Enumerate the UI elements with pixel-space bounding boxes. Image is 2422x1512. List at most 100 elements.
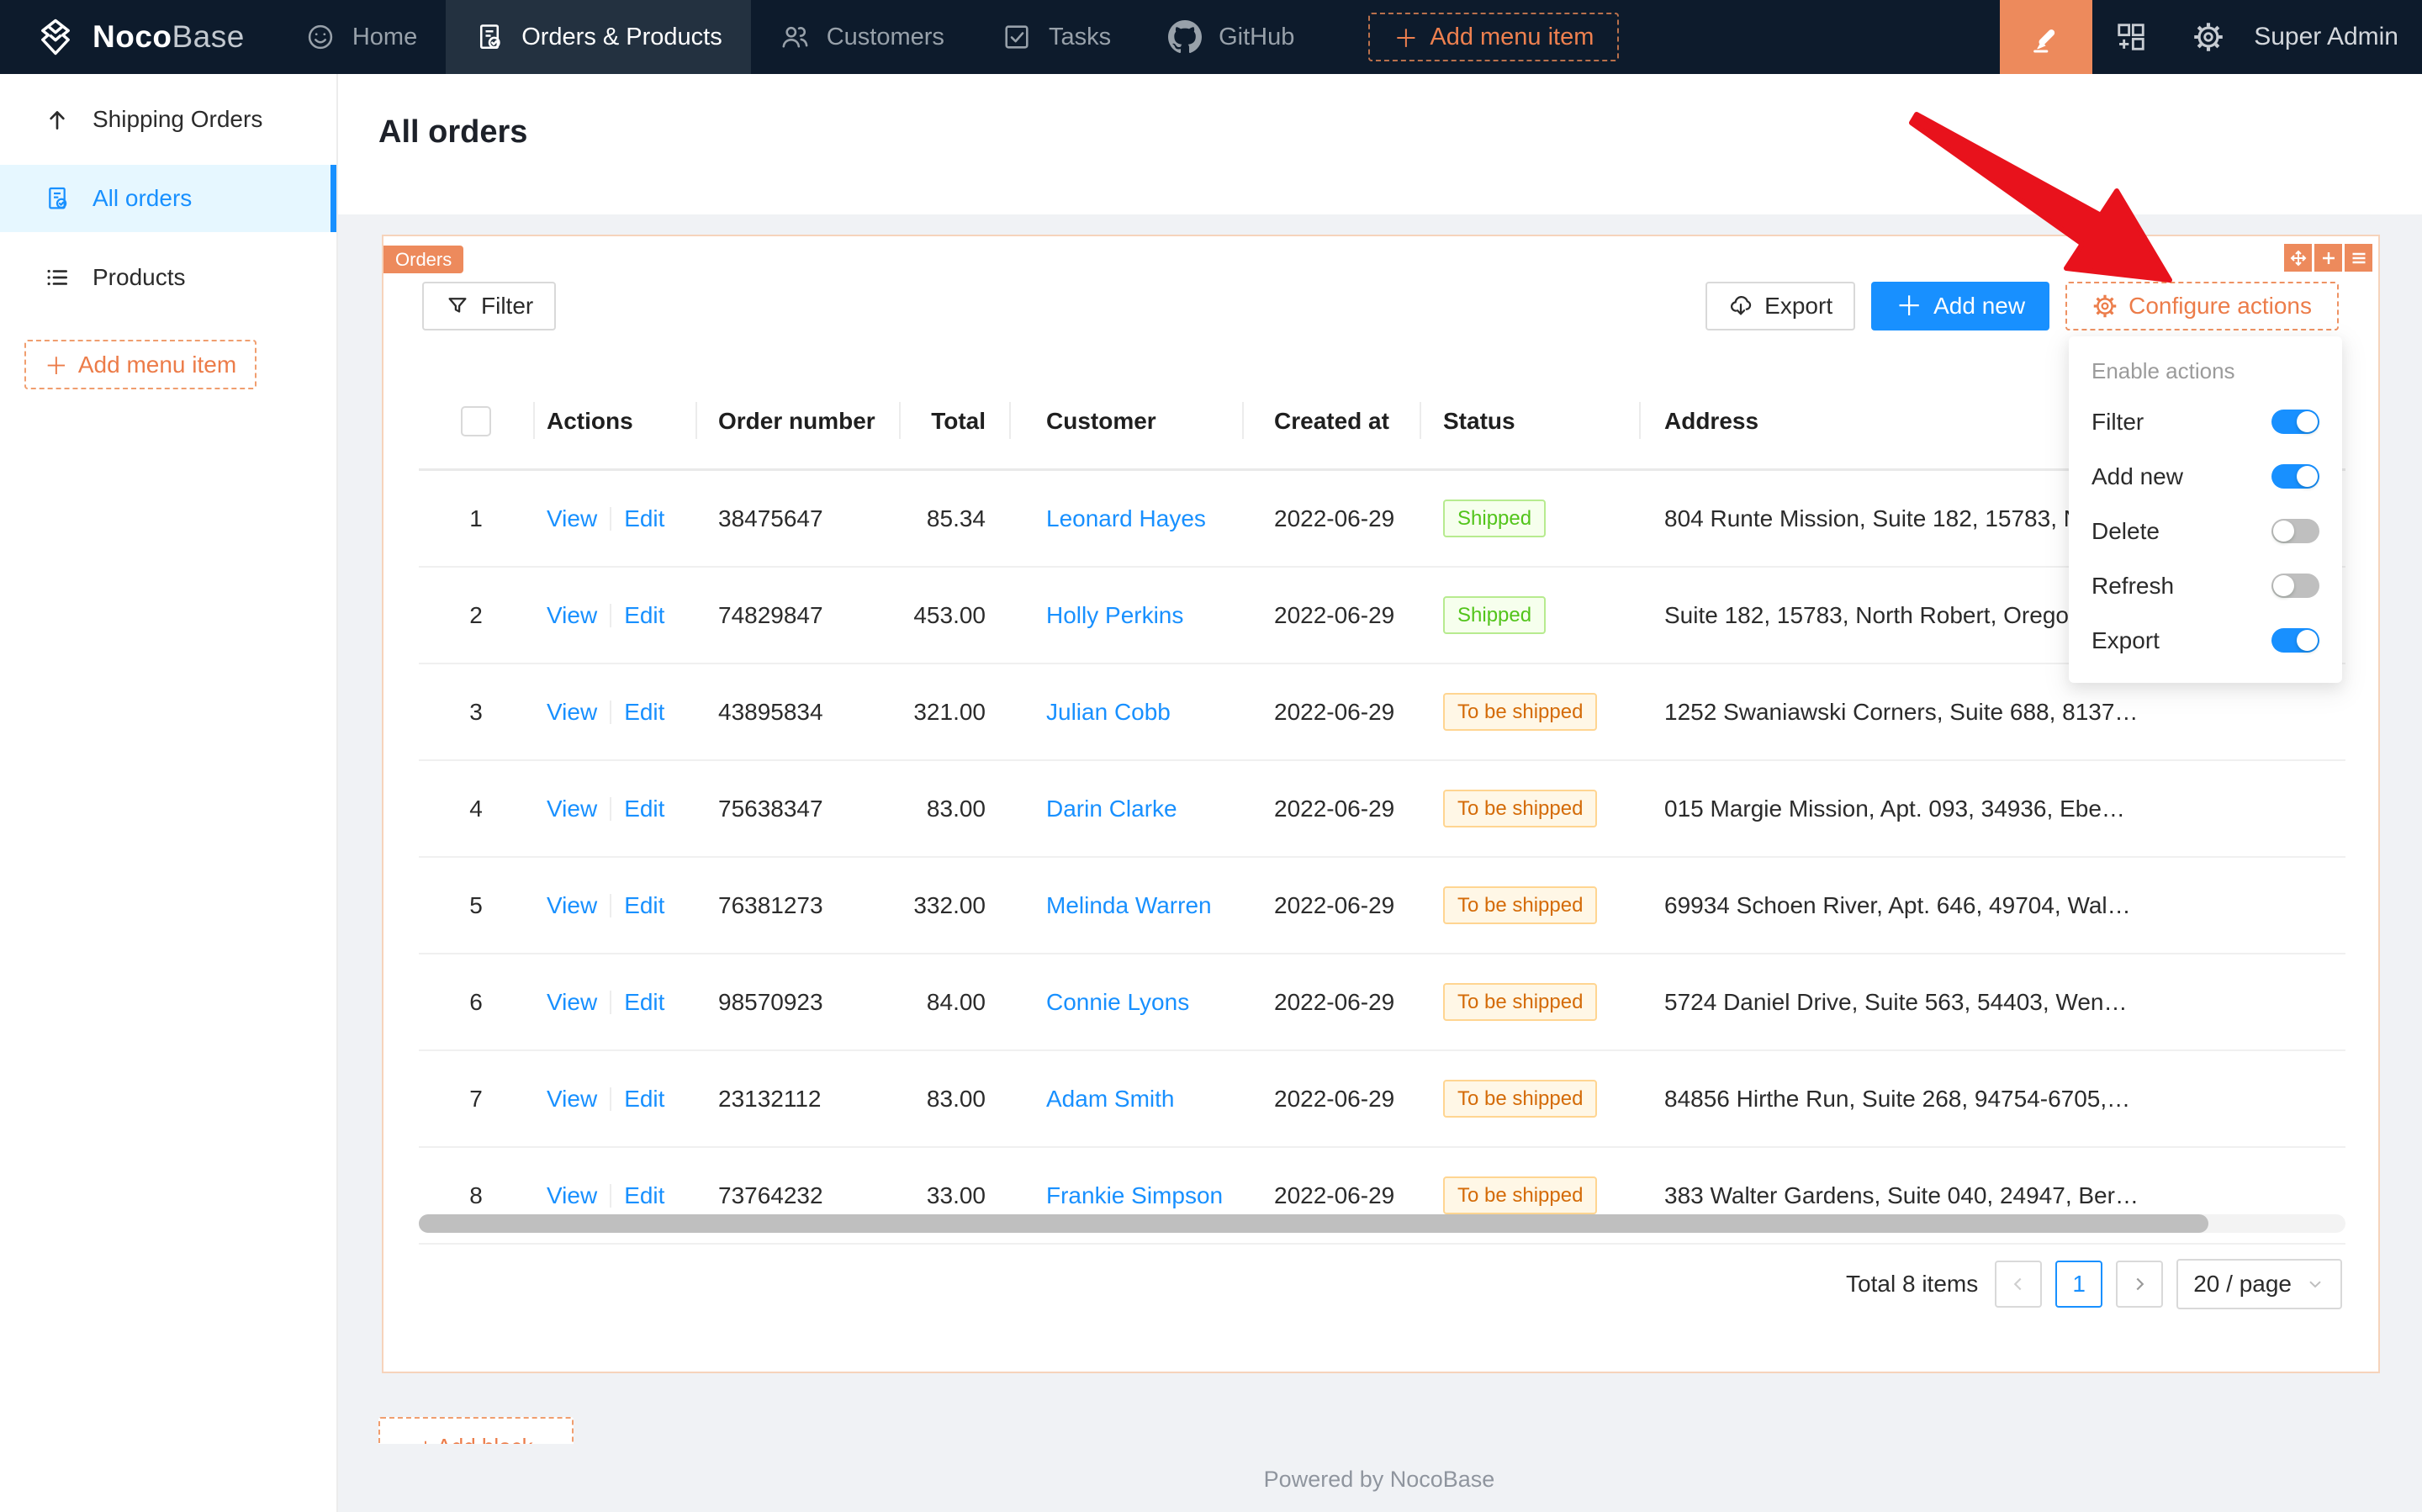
nav-item-home[interactable]: Home: [277, 0, 446, 74]
view-link[interactable]: View: [547, 1086, 597, 1112]
table-row: 6ViewEdit9857092384.00Connie Lyons2022-0…: [419, 954, 2345, 1050]
add-block-button[interactable]: + Add block: [378, 1417, 574, 1444]
link-divider: [610, 894, 611, 917]
cloud-download-icon: [1728, 293, 1753, 319]
address-cell: 84856 Hirthe Run, Suite 268, 94754-6705,…: [1639, 1050, 2345, 1147]
link-divider: [610, 991, 611, 1014]
customer-link[interactable]: Julian Cobb: [1046, 699, 1171, 725]
created-at-cell: 2022-06-29: [1242, 663, 1420, 760]
block-tag: Orders: [383, 246, 463, 273]
edit-link[interactable]: Edit: [624, 892, 664, 918]
status-badge: To be shipped: [1443, 886, 1597, 924]
add-new-button[interactable]: ＋ Add new: [1871, 282, 2049, 330]
previous-page-button[interactable]: [1995, 1261, 2042, 1308]
configure-actions-button[interactable]: Configure actions: [2065, 282, 2339, 330]
edit-link[interactable]: Edit: [624, 505, 664, 531]
status-badge: To be shipped: [1443, 790, 1597, 827]
export-button[interactable]: Export: [1705, 282, 1855, 330]
toggle-export[interactable]: [2271, 628, 2319, 653]
app-window: NocoBase HomeOrders & ProductsCustomersT…: [0, 0, 2422, 1512]
total-cell: 332.00: [899, 857, 1009, 954]
view-link[interactable]: View: [547, 989, 597, 1015]
row-index: 6: [419, 954, 533, 1050]
view-link[interactable]: View: [547, 505, 597, 531]
list-icon: [44, 264, 71, 291]
order-number-cell: 75638347: [695, 760, 899, 857]
link-divider: [610, 604, 611, 627]
status-badge: To be shipped: [1443, 1080, 1597, 1118]
row-index: 3: [419, 663, 533, 760]
view-link[interactable]: View: [547, 892, 597, 918]
orders-products-icon: [474, 22, 505, 52]
row-index: 1: [419, 470, 533, 568]
enable-actions-dropdown: Enable actions FilterAdd newDeleteRefres…: [2069, 336, 2342, 683]
address-cell: 5724 Daniel Drive, Suite 563, 54403, Wen…: [1639, 954, 2345, 1050]
github-icon: [1168, 20, 1202, 54]
link-divider: [610, 797, 611, 821]
pagination: Total 8 items 1 20 / page: [1846, 1261, 2342, 1308]
plugins-icon-button[interactable]: [2092, 0, 2170, 74]
enable-action-row-filter: Filter: [2069, 394, 2342, 449]
block-menu-icon[interactable]: [2345, 244, 2372, 272]
toggle-filter[interactable]: [2271, 410, 2319, 434]
sidebar-item-products[interactable]: Products: [0, 244, 336, 311]
sidebar-add-menu-item-button[interactable]: ＋ Add menu item: [24, 340, 256, 389]
nav-item-tasks[interactable]: Tasks: [973, 0, 1140, 74]
edit-link[interactable]: Edit: [624, 1086, 664, 1112]
select-all-checkbox[interactable]: [461, 406, 491, 436]
nocobase-logo[interactable]: NocoBase: [0, 15, 277, 59]
view-link[interactable]: View: [547, 602, 597, 628]
view-link[interactable]: View: [547, 699, 597, 725]
edit-link[interactable]: Edit: [624, 1182, 664, 1208]
customer-link[interactable]: Holly Perkins: [1046, 602, 1183, 628]
total-cell: 84.00: [899, 954, 1009, 1050]
customer-link[interactable]: Adam Smith: [1046, 1086, 1175, 1112]
sidebar-item-shipping-orders[interactable]: Shipping Orders: [0, 86, 336, 153]
column-header-total: Total: [899, 374, 1009, 470]
plus-icon: ＋: [1896, 293, 1922, 320]
settings-icon-button[interactable]: [2170, 0, 2247, 74]
toggle-refresh[interactable]: [2271, 574, 2319, 598]
highlighter-icon: [2029, 20, 2063, 54]
page-number-button[interactable]: 1: [2055, 1261, 2102, 1308]
total-cell: 453.00: [899, 567, 1009, 663]
edit-link[interactable]: Edit: [624, 796, 664, 822]
order-number-cell: 23132112: [695, 1050, 899, 1147]
edit-link[interactable]: Edit: [624, 699, 664, 725]
table-row: 1ViewEdit3847564785.34Leonard Hayes2022-…: [419, 470, 2345, 568]
toggle-delete[interactable]: [2271, 519, 2319, 543]
next-page-button[interactable]: [2116, 1261, 2163, 1308]
customer-link[interactable]: Frankie Simpson: [1046, 1182, 1223, 1208]
created-at-cell: 2022-06-29: [1242, 760, 1420, 857]
nav-item-orders-products[interactable]: Orders & Products: [446, 0, 751, 74]
user-menu[interactable]: Super Admin: [2247, 23, 2422, 51]
toggle-add-new[interactable]: [2271, 464, 2319, 489]
scrollbar-thumb[interactable]: [419, 1214, 2208, 1233]
customer-link[interactable]: Leonard Hayes: [1046, 505, 1206, 531]
edit-link[interactable]: Edit: [624, 602, 664, 628]
nav-item-github[interactable]: GitHub: [1140, 0, 1323, 74]
edit-link[interactable]: Edit: [624, 989, 664, 1015]
page-size-select[interactable]: 20 / page: [2176, 1259, 2342, 1309]
plus-icon: ＋: [45, 348, 68, 382]
ui-editor-button[interactable]: [2000, 0, 2092, 74]
filter-button[interactable]: Filter: [422, 282, 556, 330]
horizontal-scrollbar: [419, 1214, 2345, 1233]
view-link[interactable]: View: [547, 1182, 597, 1208]
customer-link[interactable]: Connie Lyons: [1046, 989, 1189, 1015]
nav-item-customers[interactable]: Customers: [751, 0, 973, 74]
customer-link[interactable]: Darin Clarke: [1046, 796, 1177, 822]
home-smiley-icon: [305, 22, 336, 52]
page-title: All orders: [336, 74, 2422, 151]
sidebar-item-all-orders[interactable]: All orders: [0, 165, 336, 232]
insert-block-icon[interactable]: [2314, 244, 2342, 272]
drag-handle-icon[interactable]: [2284, 244, 2312, 272]
nav-add-menu-item-button[interactable]: ＋ Add menu item: [1368, 13, 1619, 61]
column-header-status: Status: [1420, 374, 1639, 470]
created-at-cell: 2022-06-29: [1242, 1050, 1420, 1147]
total-cell: 83.00: [899, 760, 1009, 857]
file-done-icon: [44, 185, 71, 212]
customer-link[interactable]: Melinda Warren: [1046, 892, 1212, 918]
status-badge: To be shipped: [1443, 693, 1597, 731]
view-link[interactable]: View: [547, 796, 597, 822]
